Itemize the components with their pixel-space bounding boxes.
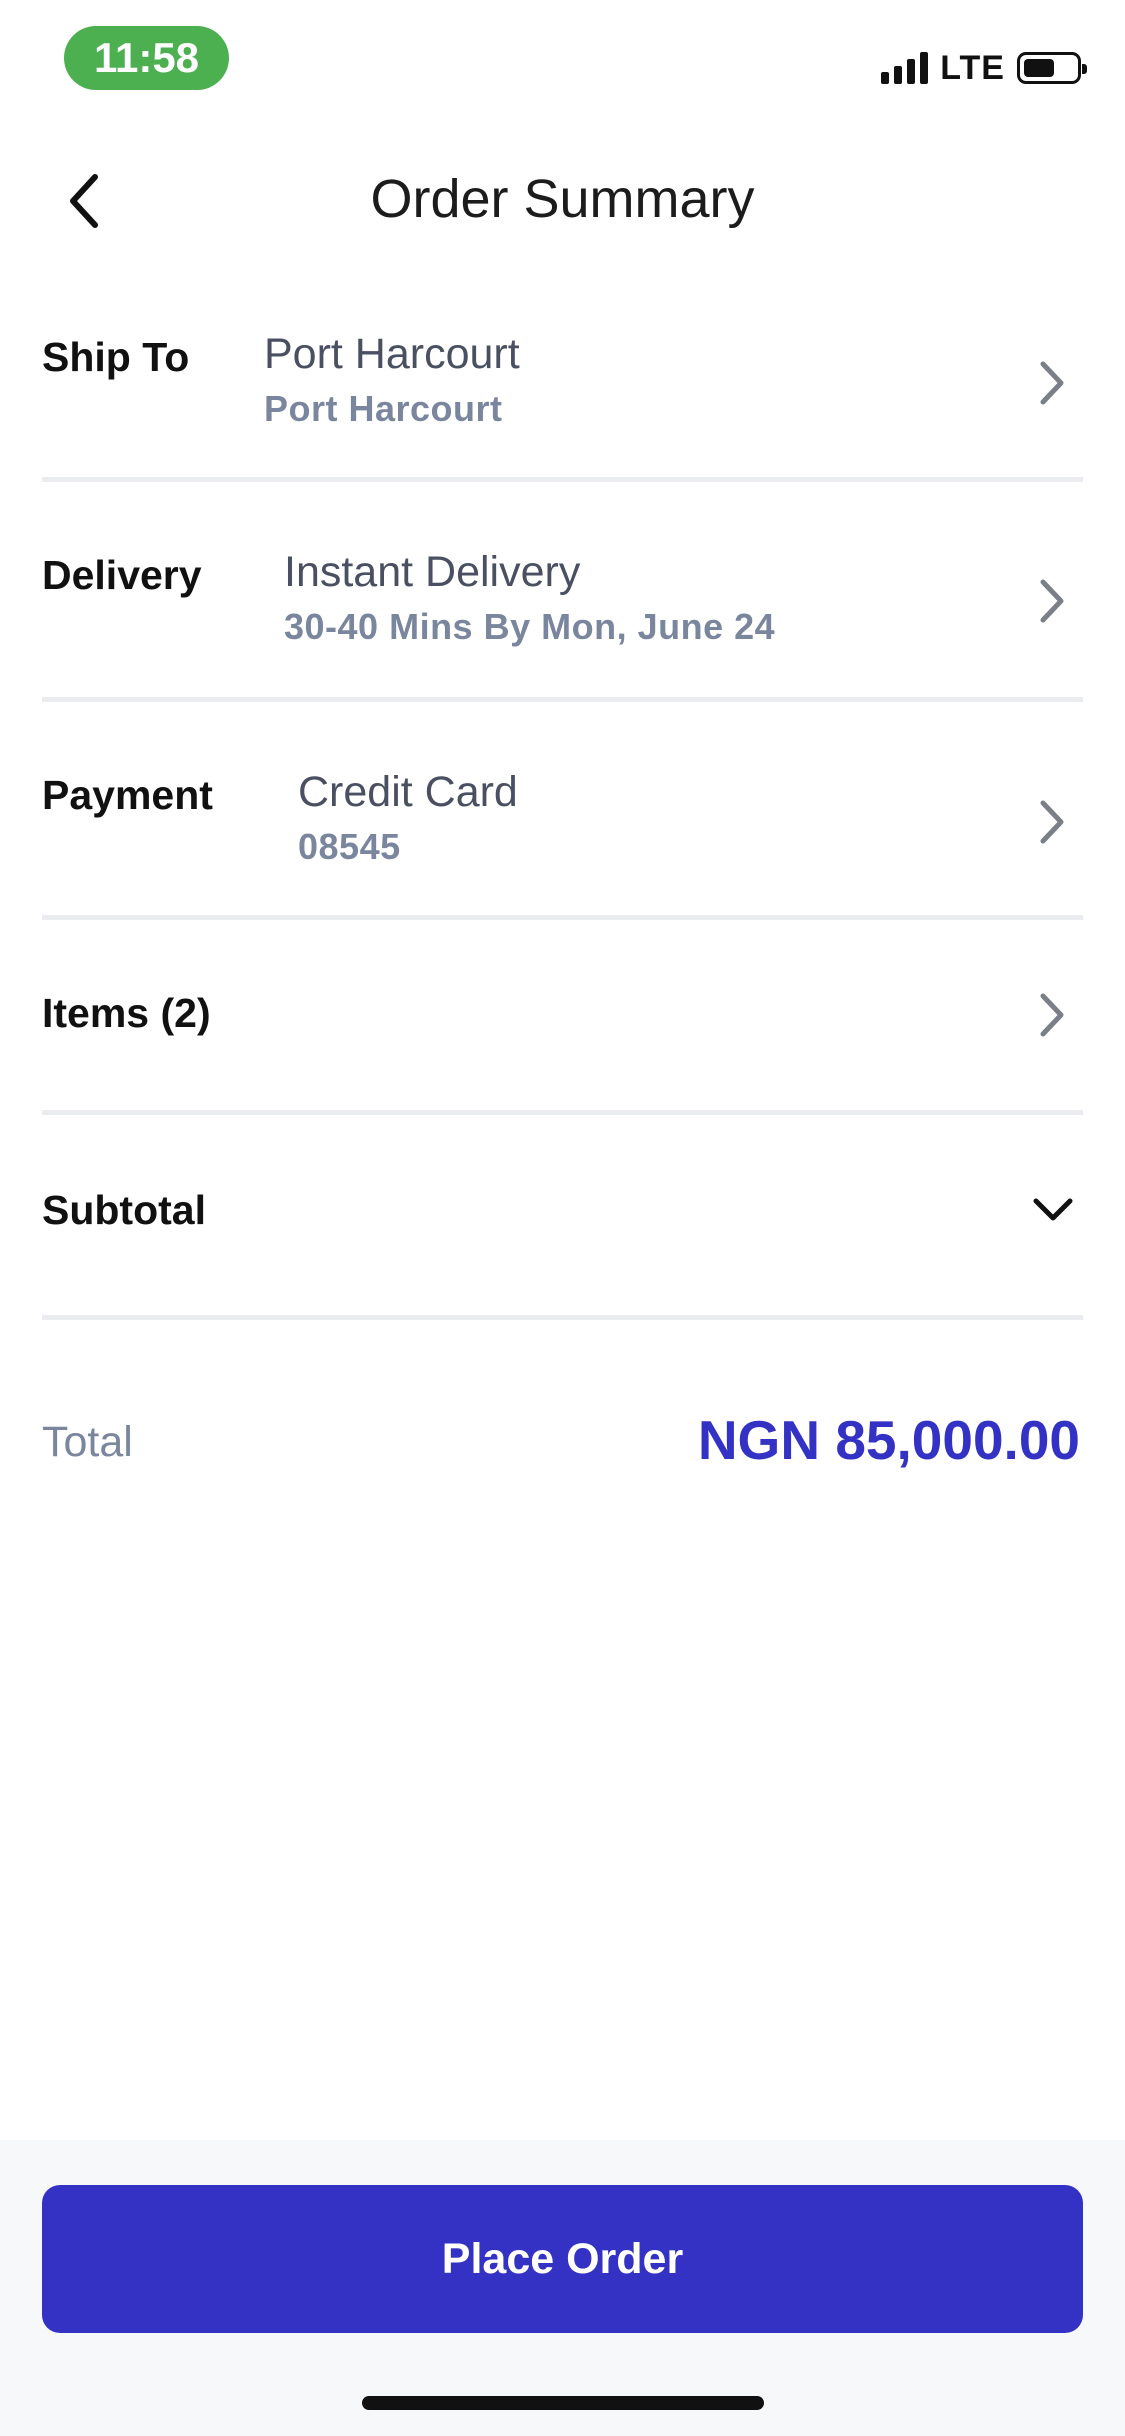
battery-cap bbox=[1082, 64, 1087, 74]
total-value: NGN 85,000.00 bbox=[697, 1409, 1080, 1471]
status-time: 11:58 bbox=[64, 26, 229, 90]
payment-label: Payment bbox=[42, 772, 213, 818]
delivery-row[interactable]: Delivery Instant Delivery 30-40 Mins By … bbox=[42, 482, 1083, 702]
signal-icon bbox=[881, 52, 929, 84]
status-bar: 11:58 LTE bbox=[0, 0, 1125, 120]
delivery-label: Delivery bbox=[42, 552, 202, 598]
header: Order Summary bbox=[0, 140, 1125, 260]
chevron-right-icon bbox=[1040, 361, 1064, 405]
payment-sub: 08545 bbox=[298, 826, 401, 867]
ship-to-row[interactable]: Ship To Port Harcourt Port Harcourt bbox=[42, 300, 1083, 482]
subtotal-row[interactable]: Subtotal bbox=[42, 1115, 1083, 1320]
delivery-sub: 30-40 Mins By Mon, June 24 bbox=[284, 606, 776, 647]
network-type: LTE bbox=[940, 48, 1005, 87]
footer-bar: Place Order bbox=[0, 2140, 1125, 2436]
battery-icon bbox=[1017, 52, 1087, 84]
place-order-button[interactable]: Place Order bbox=[42, 2185, 1083, 2333]
order-summary-screen: 11:58 LTE Order Summary Ship To Port Har… bbox=[0, 0, 1125, 2436]
chevron-right-icon bbox=[1040, 993, 1064, 1037]
delivery-value: Instant Delivery bbox=[284, 548, 581, 596]
payment-value: Credit Card bbox=[298, 768, 518, 816]
items-row[interactable]: Items (2) bbox=[42, 920, 1083, 1115]
payment-row[interactable]: Payment Credit Card 08545 bbox=[42, 702, 1083, 920]
ship-to-sub: Port Harcourt bbox=[264, 388, 503, 429]
ship-to-value: Port Harcourt bbox=[264, 330, 520, 378]
chevron-down-icon bbox=[1033, 1198, 1073, 1221]
items-label: Items (2) bbox=[42, 990, 211, 1036]
total-label: Total bbox=[42, 1418, 133, 1466]
ship-to-label: Ship To bbox=[42, 334, 190, 380]
status-indicators: LTE bbox=[881, 48, 1087, 88]
page-title: Order Summary bbox=[370, 169, 755, 229]
battery-fill bbox=[1024, 59, 1054, 77]
chevron-right-icon bbox=[1040, 800, 1064, 844]
chevron-right-icon bbox=[1040, 579, 1064, 623]
subtotal-label: Subtotal bbox=[42, 1187, 206, 1233]
home-indicator bbox=[362, 2396, 764, 2410]
